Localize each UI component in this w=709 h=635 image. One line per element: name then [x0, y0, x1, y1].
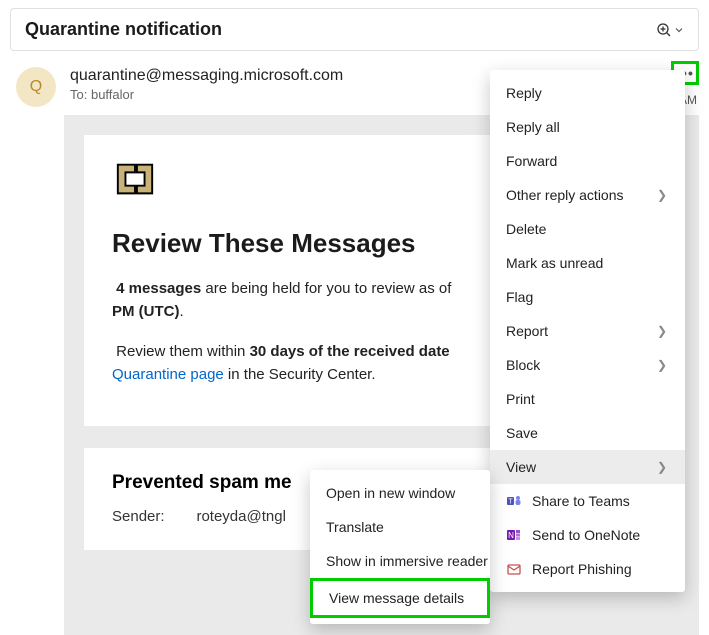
menu-item-view[interactable]: View ❯ [490, 450, 685, 484]
view-submenu: Open in new window Translate Show in immer… [310, 470, 490, 624]
subject-title: Quarantine notification [25, 19, 222, 40]
to-prefix: To: [70, 87, 87, 102]
avatar: Q [16, 67, 56, 107]
svg-text:N: N [508, 531, 514, 540]
submenu-item-label: Translate [326, 519, 384, 535]
zoom-control[interactable] [656, 22, 684, 38]
menu-item-label: Reply [506, 85, 542, 101]
onenote-icon: N [506, 527, 522, 543]
cu-logo-icon [112, 159, 158, 201]
submenu-item-open-in-new-window[interactable]: Open in new window [310, 476, 490, 510]
menu-item-block[interactable]: Block ❯ [490, 348, 685, 382]
menu-item-label: Report [506, 323, 548, 339]
menu-item-reply[interactable]: Reply [490, 76, 685, 110]
submenu-item-label: Open in new window [326, 485, 455, 501]
menu-item-label: Reply all [506, 119, 560, 135]
subject-bar: Quarantine notification [10, 8, 699, 51]
menu-item-label: Other reply actions [506, 187, 624, 203]
menu-item-label: Share to Teams [532, 493, 630, 509]
menu-item-send-to-onenote[interactable]: N Send to OneNote [490, 518, 685, 552]
menu-item-other-reply-actions[interactable]: Other reply actions ❯ [490, 178, 685, 212]
menu-item-print[interactable]: Print [490, 382, 685, 416]
to-recipient: buffalor [91, 87, 134, 102]
intro-timezone: PM (UTC) [112, 303, 180, 320]
menu-item-label: Forward [506, 153, 557, 169]
submenu-item-show-in-immersive-reader[interactable]: Show in immersive reader [310, 544, 490, 578]
menu-item-flag[interactable]: Flag [490, 280, 685, 314]
menu-item-label: Print [506, 391, 535, 407]
menu-item-label: Block [506, 357, 540, 373]
submenu-item-translate[interactable]: Translate [310, 510, 490, 544]
chevron-right-icon: ❯ [657, 358, 667, 372]
submenu-item-view-message-details[interactable]: View message details [310, 578, 490, 618]
chevron-down-icon [674, 25, 684, 35]
chevron-right-icon: ❯ [657, 188, 667, 202]
magnify-icon [656, 22, 672, 38]
quarantine-page-link[interactable]: Quarantine page [112, 366, 224, 383]
menu-item-report[interactable]: Report ❯ [490, 314, 685, 348]
menu-item-save[interactable]: Save [490, 416, 685, 450]
sender-label: Sender: [112, 508, 192, 525]
menu-item-label: Send to OneNote [532, 527, 640, 543]
sender-value: roteyda@tngl [196, 508, 285, 525]
chevron-right-icon: ❯ [657, 324, 667, 338]
menu-item-reply-all[interactable]: Reply all [490, 110, 685, 144]
svg-text:T: T [508, 499, 513, 506]
menu-item-label: Mark as unread [506, 255, 603, 271]
menu-item-report-phishing[interactable]: Report Phishing [490, 552, 685, 586]
more-actions-menu: Reply Reply all Forward Other reply actions… [490, 70, 685, 592]
menu-item-label: Flag [506, 289, 533, 305]
menu-item-label: Delete [506, 221, 546, 237]
menu-item-label: View [506, 459, 536, 475]
menu-item-mark-as-unread[interactable]: Mark as unread [490, 246, 685, 280]
submenu-item-label: View message details [329, 590, 464, 606]
menu-item-delete[interactable]: Delete [490, 212, 685, 246]
menu-item-label: Save [506, 425, 538, 441]
chevron-right-icon: ❯ [657, 460, 667, 474]
menu-item-forward[interactable]: Forward [490, 144, 685, 178]
teams-icon: T [506, 493, 522, 509]
menu-item-share-to-teams[interactable]: T Share to Teams [490, 484, 685, 518]
submenu-item-label: Show in immersive reader [326, 553, 488, 569]
menu-item-label: Report Phishing [532, 561, 632, 577]
phish-icon [506, 561, 522, 577]
message-count: 4 messages [116, 280, 201, 297]
